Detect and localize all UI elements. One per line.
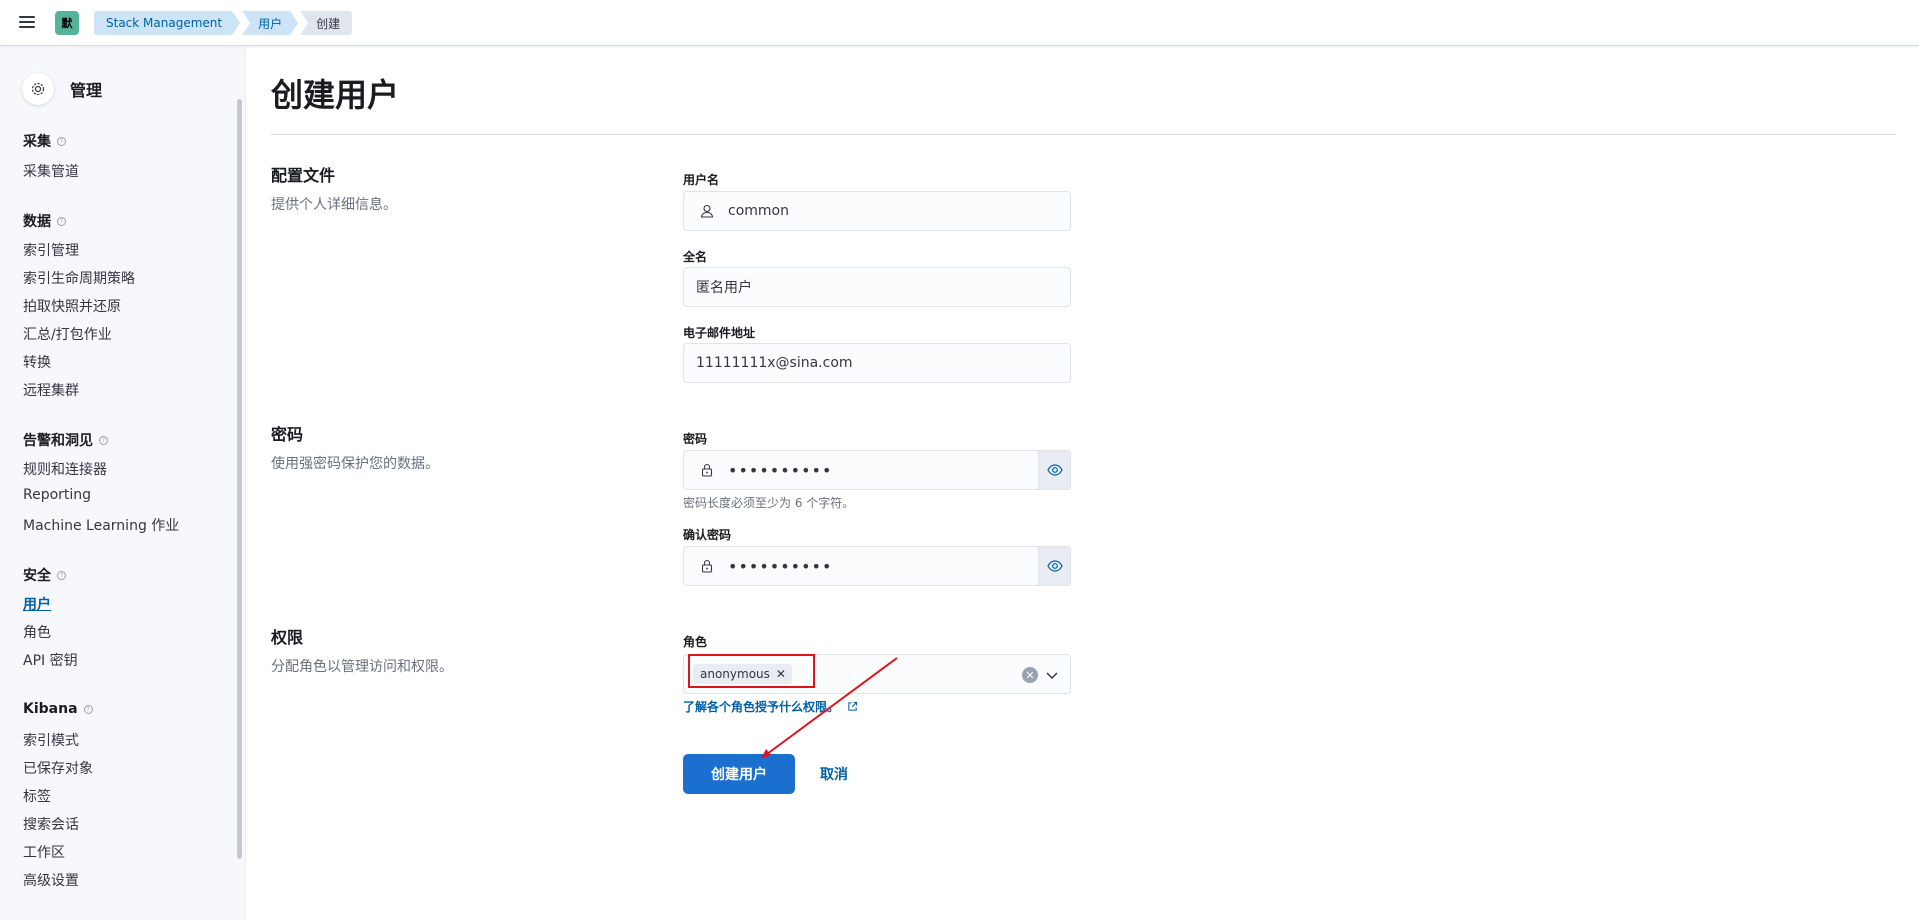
menu-toggle-button[interactable] (16, 13, 38, 33)
password-label: 密码 (683, 432, 708, 446)
sidebar-group-ingest: 采集? (23, 131, 66, 151)
sidebar-item-spaces[interactable]: 工作区 (23, 842, 65, 862)
help-icon[interactable]: ? (57, 136, 66, 146)
eye-icon (1046, 464, 1063, 476)
learn-roles-link-text: 了解各个角色授予什么权限。 (683, 700, 840, 714)
sidebar-item-search-sessions[interactable]: 搜索会话 (23, 814, 79, 834)
sidebar-item-index-management[interactable]: 索引管理 (23, 240, 79, 260)
sidebar-item-remote-clusters[interactable]: 远程集群 (23, 380, 79, 400)
lock-icon (698, 461, 716, 479)
breadcrumb-create: 创建 (300, 11, 353, 35)
sidebar-item-api-keys[interactable]: API 密钥 (23, 650, 78, 670)
show-password-button[interactable] (1038, 451, 1070, 489)
external-link-icon (848, 701, 858, 711)
sidebar-item-users[interactable]: 用户 (23, 594, 51, 614)
sidebar-group-kibana: Kibana? (23, 701, 93, 717)
help-icon[interactable]: ? (57, 570, 66, 580)
fullname-field[interactable]: 匿名用户 (683, 267, 1071, 307)
space-avatar[interactable]: 默 (55, 11, 79, 35)
privileges-section-desc: 分配角色以管理访问和权限。 (271, 659, 453, 675)
roles-label: 角色 (683, 635, 708, 649)
sidebar-group-alerts-insights: 告警和洞见? (23, 430, 108, 450)
confirm-password-field[interactable]: •••••••••• (683, 546, 1071, 586)
sidebar: 管理 采集? 采集管道 数据? 索引管理 索引生命周期策略 拍取快照并还原 汇总… (0, 47, 246, 920)
title-divider (271, 134, 1896, 135)
sidebar-item-advanced-settings[interactable]: 高级设置 (23, 870, 79, 890)
email-value: 11111111x@sina.com (696, 355, 853, 371)
sidebar-item-rules-connectors[interactable]: 规则和连接器 (23, 459, 107, 479)
sidebar-item-snapshot-restore[interactable]: 拍取快照并还原 (23, 296, 121, 316)
sidebar-item-saved-objects[interactable]: 已保存对象 (23, 758, 93, 778)
chevron-down-icon[interactable] (1044, 667, 1060, 683)
sidebar-group-security: 安全? (23, 565, 66, 585)
password-value: •••••••••• (728, 460, 833, 480)
top-header: 默 Stack Management 用户 创建 (0, 0, 1919, 46)
fullname-value: 匿名用户 (696, 280, 752, 296)
fullname-label: 全名 (683, 250, 708, 264)
hamburger-icon (19, 16, 35, 18)
user-icon (698, 202, 716, 220)
password-help-text: 密码长度必须至少为 6 个字符。 (683, 496, 855, 510)
sidebar-item-transforms[interactable]: 转换 (23, 352, 51, 372)
breadcrumb-users[interactable]: 用户 (242, 11, 298, 35)
cancel-button[interactable]: 取消 (818, 754, 850, 794)
password-section-title: 密码 (271, 425, 304, 444)
sidebar-title: 管理 (70, 81, 103, 100)
username-field[interactable]: common (683, 191, 1071, 231)
profile-section-title: 配置文件 (271, 166, 336, 185)
annotation-highlight-box (688, 654, 815, 688)
help-icon[interactable]: ? (99, 435, 108, 445)
sidebar-group-data: 数据? (23, 211, 66, 231)
username-value: common (728, 203, 789, 219)
sidebar-item-roles[interactable]: 角色 (23, 622, 51, 642)
lock-icon (698, 557, 716, 575)
sidebar-item-index-patterns[interactable]: 索引模式 (23, 730, 79, 750)
learn-roles-link[interactable]: 了解各个角色授予什么权限。 (683, 698, 858, 715)
gear-icon (22, 73, 54, 105)
create-user-button[interactable]: 创建用户 (683, 754, 795, 794)
sidebar-item-rollup-jobs[interactable]: 汇总/打包作业 (23, 324, 112, 344)
sidebar-scrollbar[interactable] (237, 99, 242, 859)
clear-icon[interactable]: ✕ (1022, 667, 1038, 683)
privileges-section-title: 权限 (271, 628, 304, 647)
email-label: 电子邮件地址 (683, 326, 756, 340)
help-icon[interactable]: ? (57, 216, 66, 226)
sidebar-item-ilm-policies[interactable]: 索引生命周期策略 (23, 268, 135, 288)
sidebar-item-tags[interactable]: 标签 (23, 786, 51, 806)
sidebar-item-reporting[interactable]: Reporting (23, 487, 91, 503)
eye-icon (1046, 560, 1063, 572)
profile-section-desc: 提供个人详细信息。 (271, 197, 397, 213)
sidebar-header: 管理 (22, 73, 102, 105)
page-title: 创建用户 (271, 76, 400, 114)
email-field[interactable]: 11111111x@sina.com (683, 343, 1071, 383)
confirm-password-label: 确认密码 (683, 528, 732, 542)
help-icon[interactable]: ? (83, 704, 93, 714)
breadcrumb: Stack Management 用户 创建 (94, 11, 354, 35)
sidebar-item-ml-jobs[interactable]: Machine Learning 作业 (23, 515, 179, 535)
show-confirm-password-button[interactable] (1038, 547, 1070, 585)
confirm-password-value: •••••••••• (728, 556, 833, 576)
breadcrumb-stack-management[interactable]: Stack Management (94, 11, 240, 35)
password-field[interactable]: •••••••••• (683, 450, 1071, 490)
username-label: 用户名 (683, 173, 720, 187)
password-section-desc: 使用强密码保护您的数据。 (271, 456, 439, 472)
sidebar-item-ingest-pipelines[interactable]: 采集管道 (23, 161, 79, 181)
